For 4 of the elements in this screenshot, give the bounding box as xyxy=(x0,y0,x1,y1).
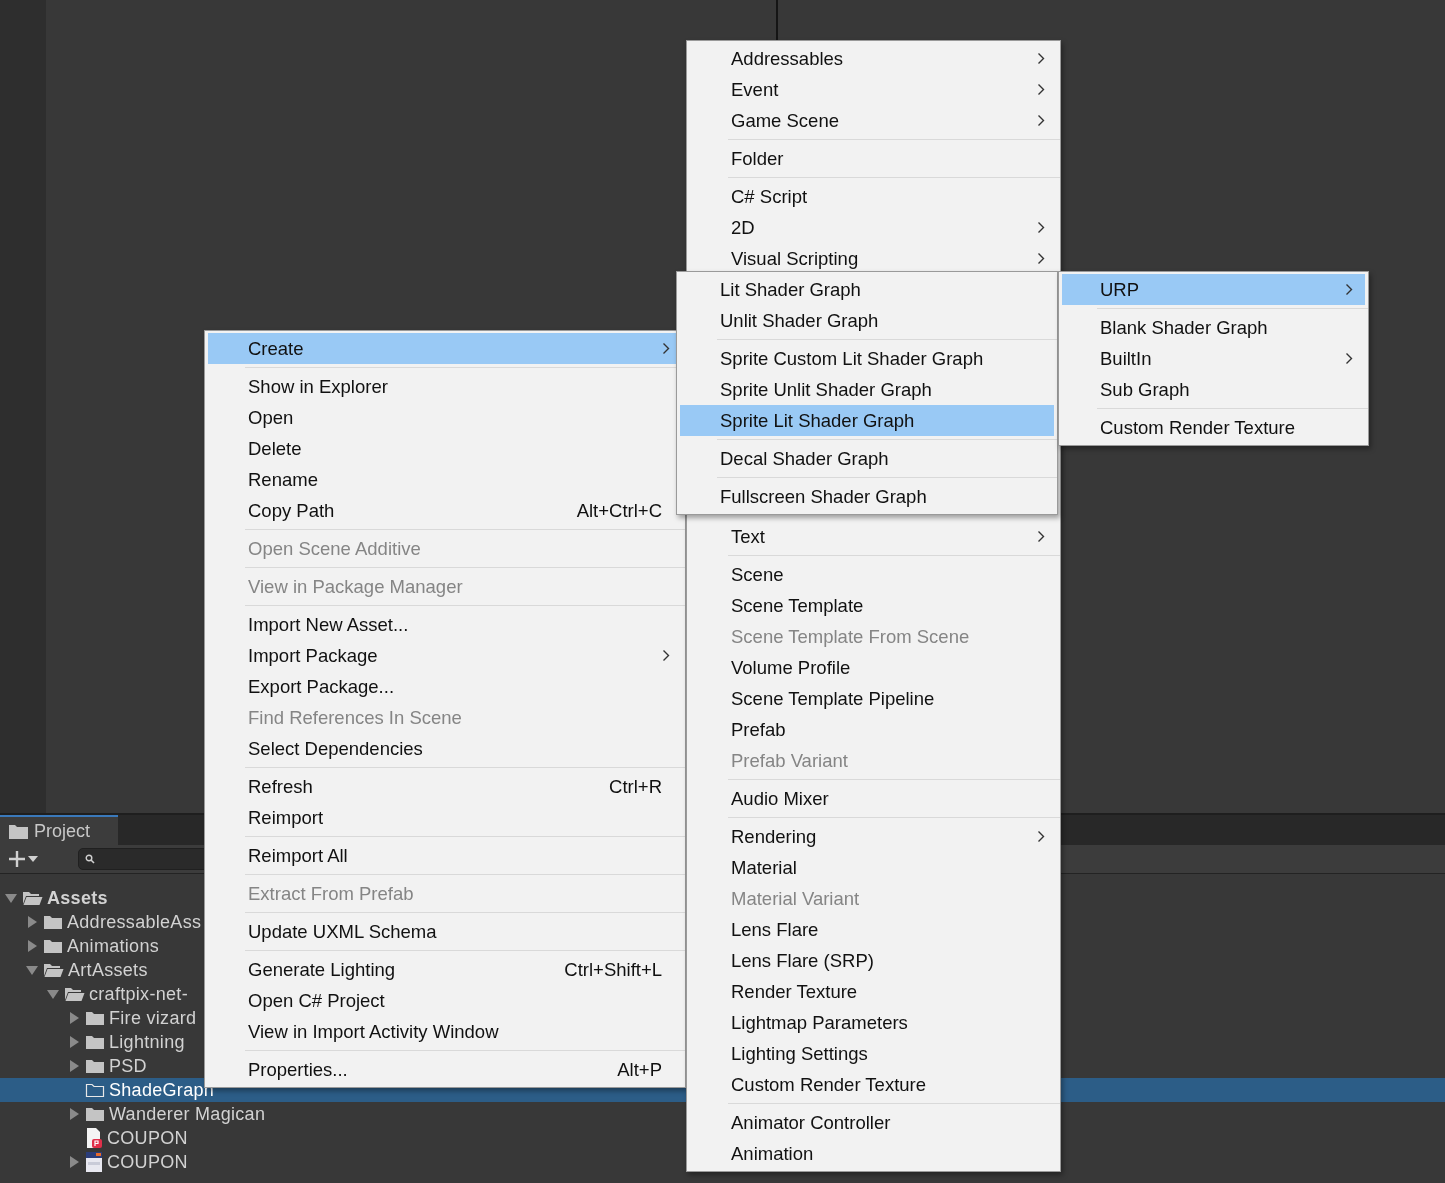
shortcut-label: Alt+P xyxy=(617,1058,662,1081)
shortcut-label: Ctrl+R xyxy=(609,775,662,798)
shortcut-label: Alt+Ctrl+C xyxy=(576,499,662,522)
shortcut-label: Ctrl+Shift+L xyxy=(564,958,662,981)
